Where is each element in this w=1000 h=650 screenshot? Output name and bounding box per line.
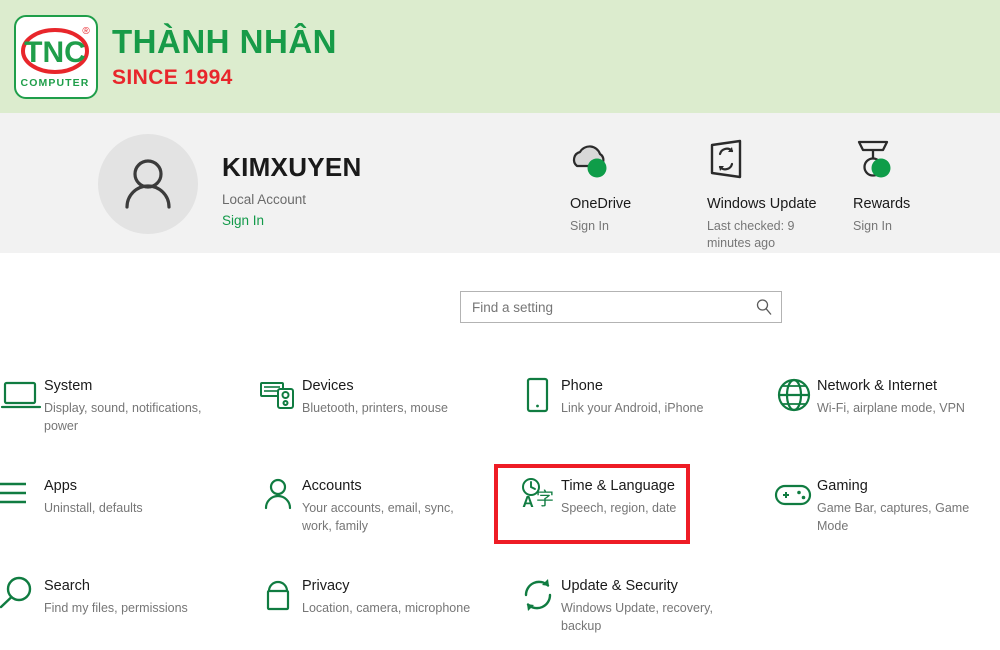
settings-row: Apps Uninstall, defaults Accounts Your a… (0, 472, 1000, 572)
settings-row: Search Find my files, permissions Privac… (0, 572, 1000, 650)
search-input[interactable] (472, 299, 755, 315)
settings-item-subtitle: Find my files, permissions (44, 601, 188, 616)
svg-text:®: ® (82, 26, 90, 37)
account-type: Local Account (222, 192, 307, 207)
settings-item-title: Phone (561, 378, 603, 394)
svg-text:A: A (522, 494, 534, 511)
settings-item-accounts[interactable]: Accounts Your accounts, email, sync, wor… (250, 472, 502, 572)
svg-text:TNC: TNC (24, 36, 86, 69)
monitor-icon (0, 374, 44, 418)
status-tile-onedrive[interactable]: OneDrive Sign In (570, 139, 707, 252)
svg-text:COMPUTER: COMPUTER (21, 77, 90, 89)
rewards-medal-icon (853, 139, 899, 181)
refresh-icon (517, 574, 561, 618)
onedrive-cloud-icon (570, 139, 616, 181)
gamepad-icon (773, 474, 817, 518)
settings-item-title: Accounts (302, 478, 362, 494)
settings-item-title: Search (44, 578, 90, 594)
lock-icon (258, 574, 302, 618)
account-block[interactable]: KIMXUYEN Local Account Sign In (98, 134, 362, 234)
account-name: KIMXUYEN (222, 152, 362, 182)
settings-item-title: Update & Security (561, 578, 678, 594)
brand-text-block: THÀNH NHÂN SINCE 1994 (112, 25, 337, 88)
brand-since: SINCE 1994 (112, 66, 233, 89)
status-subtitle: Last checked: 9 minutes ago (706, 219, 795, 250)
search-magnifier-icon (0, 574, 44, 618)
settings-item-subtitle: Your accounts, email, sync, work, family (302, 501, 454, 533)
tnc-banner: TNC ® COMPUTER THÀNH NHÂN SINCE 1994 (0, 0, 1000, 113)
settings-item-subtitle: Uninstall, defaults (44, 501, 143, 516)
svg-text:字: 字 (536, 489, 554, 510)
brand-name: THÀNH NHÂN (112, 23, 337, 60)
settings-item-network-internet[interactable]: Network & Internet Wi-Fi, airplane mode,… (755, 372, 1000, 472)
settings-item-subtitle: Windows Update, recovery, backup (561, 601, 713, 633)
status-tiles: OneDrive Sign In Windows Update Last che… (570, 139, 990, 252)
settings-item-title: Privacy (302, 578, 350, 594)
settings-item-title: Network & Internet (817, 378, 938, 394)
account-status-strip: KIMXUYEN Local Account Sign In OneDrive … (0, 113, 1000, 253)
settings-item-subtitle: Bluetooth, printers, mouse (302, 401, 448, 416)
status-subtitle: Sign In (853, 219, 892, 234)
status-tile-rewards[interactable]: Rewards Sign In (853, 139, 990, 252)
settings-cell-empty (755, 572, 1000, 650)
settings-item-time-language[interactable]: A 字 Time & Language Speech, region, date (502, 472, 755, 572)
settings-item-phone[interactable]: Phone Link your Android, iPhone (502, 372, 755, 472)
settings-item-title: System (44, 378, 93, 394)
status-tile-windows-update[interactable]: Windows Update Last checked: 9 minutes a… (707, 139, 853, 252)
settings-item-subtitle: Wi-Fi, airplane mode, VPN (817, 401, 965, 416)
settings-item-devices[interactable]: Devices Bluetooth, printers, mouse (250, 372, 502, 472)
settings-home-screen: TNC ® COMPUTER THÀNH NHÂN SINCE 1994 KIM… (0, 0, 1000, 650)
settings-item-title: Devices (302, 378, 354, 394)
phone-icon (517, 374, 561, 418)
settings-item-subtitle: Location, camera, microphone (302, 601, 471, 616)
status-title: OneDrive (570, 196, 632, 212)
settings-item-search[interactable]: Search Find my files, permissions (0, 572, 250, 650)
settings-item-subtitle: Link your Android, iPhone (561, 401, 704, 416)
settings-item-title: Time & Language (561, 478, 675, 494)
settings-grid: System Display, sound, notifications, po… (0, 372, 1000, 650)
status-title: Windows Update (706, 196, 817, 212)
devices-icon (258, 374, 302, 418)
settings-item-title: Apps (44, 478, 78, 494)
status-title: Rewards (853, 196, 911, 212)
settings-row: System Display, sound, notifications, po… (0, 372, 1000, 472)
time-language-icon: A 字 (517, 474, 561, 518)
settings-item-system[interactable]: System Display, sound, notifications, po… (0, 372, 250, 472)
settings-item-update-security[interactable]: Update & Security Windows Update, recove… (502, 572, 755, 650)
settings-item-subtitle: Display, sound, notifications, power (44, 401, 202, 433)
settings-item-apps[interactable]: Apps Uninstall, defaults (0, 472, 250, 572)
account-sign-in-link[interactable]: Sign In (222, 213, 362, 228)
globe-icon (773, 374, 817, 418)
settings-item-subtitle: Speech, region, date (561, 501, 677, 516)
search-bar[interactable] (460, 291, 782, 323)
person-icon (258, 474, 302, 518)
settings-item-privacy[interactable]: Privacy Location, camera, microphone (250, 572, 502, 650)
settings-item-title: Gaming (817, 478, 868, 494)
apps-list-icon (0, 474, 44, 518)
search-icon[interactable] (755, 298, 773, 316)
tnc-logo-icon: TNC ® COMPUTER (14, 14, 98, 99)
settings-item-subtitle: Game Bar, captures, Game Mode (817, 501, 970, 533)
avatar[interactable] (98, 134, 198, 234)
status-subtitle: Sign In (570, 219, 609, 234)
windows-update-sync-icon (707, 139, 753, 181)
settings-item-gaming[interactable]: Gaming Game Bar, captures, Game Mode (755, 472, 1000, 572)
